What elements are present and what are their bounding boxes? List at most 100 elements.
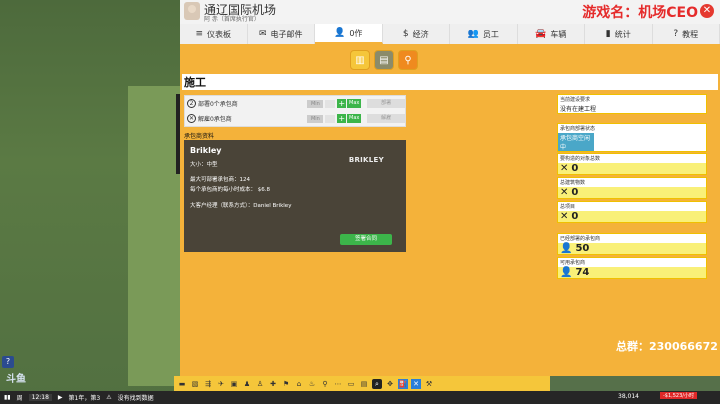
taxiway-icon[interactable]: ▧ xyxy=(190,379,200,389)
deploy-label: 部署0个承包商 xyxy=(197,101,238,108)
worker-icon: ⚲ xyxy=(404,54,412,66)
misc-icon[interactable]: ⋯ xyxy=(333,379,343,389)
tools-icon: ✕ xyxy=(560,163,569,174)
dismiss-quantity-field[interactable] xyxy=(325,114,336,123)
contractor-manager: 大客户经理（联系方式）：Daniel Brikley xyxy=(190,203,292,209)
bulldozer-icon[interactable]: ⚒ xyxy=(424,379,434,389)
car-icon: 🚘 xyxy=(535,29,547,39)
group-number-overlay: 总群：230066672 xyxy=(616,340,718,353)
tools-icon[interactable]: ✕ xyxy=(411,378,421,389)
staff-icon[interactable]: ♟ xyxy=(242,379,252,389)
stat-objects-to-construct: 要构造的对象总数 ✕ 0 xyxy=(557,153,707,175)
contractor-controls: 2 部署0个承包商 Min + Max 部署 ✕ 解雇0承包商 Min + Ma… xyxy=(184,95,406,127)
hourly-rate: -$1,523/小时 xyxy=(660,392,697,399)
deploy-max-button[interactable]: Max xyxy=(347,99,362,108)
help-button[interactable]: ? xyxy=(2,356,14,368)
deploy-row: 2 部署0个承包商 Min + Max 部署 xyxy=(185,96,405,111)
tab-email[interactable]: ✉ 电子邮件 xyxy=(248,24,315,44)
tab-staff[interactable]: 👥 员工 xyxy=(450,24,518,44)
contractor-hourly-cost: 每个承包商的每小时成本： $6.8 xyxy=(190,187,270,193)
dismiss-icon: ✕ xyxy=(187,114,196,123)
pause-icon[interactable]: ▮▮ xyxy=(4,394,11,401)
contractor-name: Brikley xyxy=(190,146,222,155)
speed-icon[interactable]: ▶ xyxy=(58,394,63,401)
dismiss-max-button[interactable]: Max xyxy=(347,114,362,123)
dismiss-label: 解雇0承包商 xyxy=(197,116,232,123)
airplane-icon[interactable]: ✈ xyxy=(216,379,226,389)
dismiss-min-button[interactable]: Min xyxy=(307,114,324,123)
game-title-overlay: 游戏名：机场CEO xyxy=(582,5,698,21)
zone-icon[interactable]: ✥ xyxy=(385,379,395,389)
main-tabs: ≡ 仪表板 ✉ 电子邮件 👤 0作 $ 经济 👥 员工 🚘 车辆 ▮ 统计 ? 教程 xyxy=(180,24,720,44)
contractor-profile-label: 承包商资料 xyxy=(184,133,215,140)
ceo-avatar xyxy=(184,2,200,20)
page-title: 施工 xyxy=(184,76,206,89)
tab-tutorial[interactable]: ? 教程 xyxy=(653,24,720,44)
stat-total-projects: 总项目 ✕ 0 xyxy=(557,201,707,223)
page-title-bar: 施工 xyxy=(182,74,718,90)
people-icon[interactable]: ♙ xyxy=(255,379,265,389)
shop-icon[interactable]: ⚲ xyxy=(320,379,330,389)
list-icon: ≡ xyxy=(195,29,204,39)
status-message: 没有找到数据 xyxy=(117,395,154,402)
dismiss-plus-button[interactable]: + xyxy=(337,114,347,123)
deploy-icon: 2 xyxy=(187,99,196,108)
person-icon: 👤 xyxy=(560,243,573,254)
panel-header: 通辽国际机场 阿 赤（首席执行官） 游戏名：机场CEO ✕ xyxy=(180,0,720,24)
deploy-plus-button[interactable]: + xyxy=(337,99,347,108)
runway-area[interactable] xyxy=(128,86,180,386)
bus-icon[interactable]: ▤ xyxy=(359,379,369,389)
mail-icon: ✉ xyxy=(258,29,267,39)
dismiss-row: ✕ 解雇0承包商 Min + Max 解雇 xyxy=(185,111,405,126)
person-icon: 👤 xyxy=(334,28,346,38)
operations-subtabs: ▥ ▤ ⚲ xyxy=(350,50,418,70)
cash-amount: 38,014 xyxy=(618,393,639,400)
warning-icon: ⚠ xyxy=(106,394,112,401)
chair-icon[interactable]: ⌂ xyxy=(294,379,304,389)
tools-icon: ✕ xyxy=(560,187,569,198)
stat-total-buildings: 总建筑物数 ✕ 0 xyxy=(557,177,707,199)
deploy-min-button[interactable]: Min xyxy=(307,99,324,108)
sign-contract-button[interactable]: 签署合同 xyxy=(340,234,392,245)
fuel-icon[interactable]: ⛽ xyxy=(398,378,408,389)
game-time: 12:18 xyxy=(28,394,52,401)
operations-panel: 通辽国际机场 阿 赤（首席执行官） 游戏名：机场CEO ✕ ≡ 仪表板 ✉ 电子邮件… xyxy=(180,0,720,376)
stat-available-contractors: 可用承包商 👤 74 xyxy=(557,257,707,279)
dollar-icon: $ xyxy=(402,29,409,39)
tab-operations[interactable]: 👤 0作 xyxy=(315,24,383,44)
world-map[interactable]: ? 斗鱼 xyxy=(0,0,180,404)
subtab-facilities[interactable]: ▥ xyxy=(350,50,370,70)
dismiss-button[interactable]: 解雇 xyxy=(367,114,405,123)
build-toolbar: ▬ ▧ ⇶ ✈ ▣ ♟ ♙ ✚ ⚑ ⌂ ♨ ⚲ ⋯ ▭ ▤ ⌕ ✥ ⛽ ✕ ⚒ xyxy=(174,376,550,391)
contractor-max-deploy: 最大可部署承包商：124 xyxy=(190,177,250,183)
deploy-quantity-field[interactable] xyxy=(325,99,336,108)
subtab-tasks[interactable]: ▤ xyxy=(374,50,394,70)
ticket-icon[interactable]: ▭ xyxy=(346,379,356,389)
contractor-card: Brikley 大小：中型 最大可部署承包商：124 每个承包商的每小时成本： … xyxy=(184,140,406,252)
stat-deployed-contractors: 已经部署的承包商 👤 50 xyxy=(557,233,707,255)
status-bar: ▮▮ 周 12:18 ▶ 第1年，第3 ⚠ 没有找到数据 38,014 -$1,… xyxy=(0,391,720,404)
game-date: 第1年，第3 xyxy=(68,395,101,402)
tab-economy[interactable]: $ 经济 xyxy=(383,24,450,44)
stat-construction-requirements: 当前建设要求 没有在建工程 xyxy=(557,94,707,114)
tab-vehicles[interactable]: 🚘 车辆 xyxy=(518,24,585,44)
runway-icon[interactable]: ▬ xyxy=(177,379,187,389)
food-icon[interactable]: ♨ xyxy=(307,379,317,389)
terminal-icon[interactable]: ▣ xyxy=(229,379,239,389)
subtab-construction[interactable]: ⚲ xyxy=(398,50,418,70)
security-icon[interactable]: ✚ xyxy=(268,379,278,389)
deploy-button[interactable]: 部署 xyxy=(367,99,405,108)
stat-deployment-status: 承包商部署状态 承包商空闲中 xyxy=(557,123,707,152)
road-icon[interactable]: ⇶ xyxy=(203,379,213,389)
baggage-icon[interactable]: ⚑ xyxy=(281,379,291,389)
contractor-logo: BRIKLEY xyxy=(348,156,384,164)
tab-stats[interactable]: ▮ 统计 xyxy=(585,24,653,44)
close-icon[interactable]: ✕ xyxy=(700,4,714,18)
tab-dashboard[interactable]: ≡ 仪表板 xyxy=(180,24,248,44)
day-label: 周 xyxy=(16,395,23,402)
clipboard-icon: ▤ xyxy=(379,54,389,66)
tools-icon: ✕ xyxy=(560,211,569,222)
question-icon: ? xyxy=(673,29,679,39)
staff-icon: 👥 xyxy=(467,29,479,39)
search-icon[interactable]: ⌕ xyxy=(372,378,382,389)
